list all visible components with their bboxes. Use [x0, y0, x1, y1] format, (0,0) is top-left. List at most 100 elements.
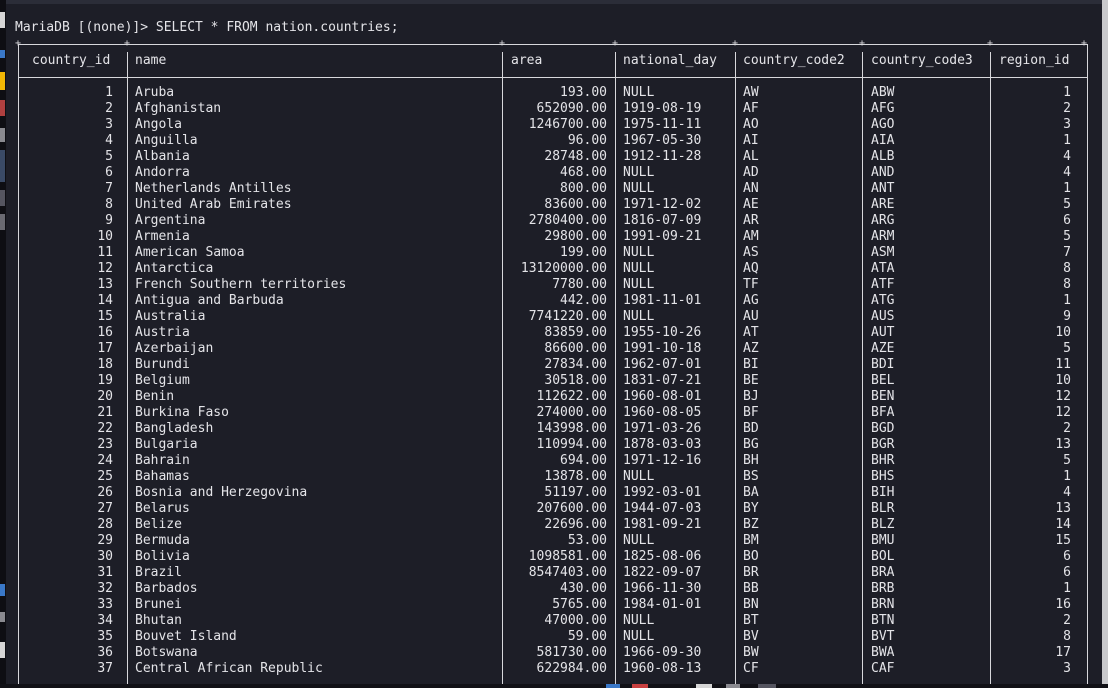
country-code2-cell: BD — [743, 421, 759, 436]
country-code3-cell: BWA — [871, 645, 895, 660]
region-id-cell: 14 — [1055, 517, 1071, 532]
national-day-cell: 1992-03-01 — [623, 485, 702, 500]
name-cell: Bulgaria — [135, 437, 198, 452]
country-id-cell: 21 — [97, 405, 113, 420]
country-id-cell: 36 — [97, 645, 113, 660]
command-line: MariaDB [(none)]> SELECT * FROM nation.c… — [15, 20, 399, 36]
table-row: 21 Burkina Faso 274000.00 1960-08-05 BF BFA 12 — [19, 405, 1087, 421]
area-cell: 51197.00 — [544, 485, 607, 500]
region-id-cell: 5 — [1063, 229, 1071, 244]
country-code2-cell: BA — [743, 485, 759, 500]
country-code2-cell: BF — [743, 405, 759, 420]
table-row: 26 Bosnia and Herzegovina 51197.00 1992-03-… — [19, 485, 1087, 501]
area-cell: 2780400.00 — [528, 213, 607, 228]
table-row: 35 Bouvet Island 59.00 NULL BV BVT 8 — [19, 629, 1087, 645]
national-day-cell: NULL — [623, 277, 655, 292]
country-code3-cell: BGR — [871, 437, 895, 452]
country-code2-cell: AT — [743, 325, 759, 340]
region-id-cell: 11 — [1055, 357, 1071, 372]
browser-icon[interactable] — [606, 684, 620, 688]
national-day-cell: NULL — [623, 309, 655, 324]
region-id-cell: 2 — [1063, 101, 1071, 116]
table-row: 7 Netherlands Antilles 800.00 NULL AN ANT 1 — [19, 181, 1087, 197]
country-code2-cell: BN — [743, 597, 759, 612]
column-header: country_code3 — [871, 53, 973, 68]
area-cell: 274000.00 — [536, 405, 607, 420]
country-id-cell: 14 — [97, 293, 113, 308]
area-cell: 47000.00 — [544, 613, 607, 628]
country-id-cell: 2 — [105, 101, 113, 116]
name-cell: Albania — [135, 149, 190, 164]
country-id-cell: 16 — [97, 325, 113, 340]
name-cell: Armenia — [135, 229, 190, 244]
country-code3-cell: AFG — [871, 101, 895, 116]
country-id-cell: 31 — [97, 565, 113, 580]
table-row: 1 Aruba 193.00 NULL AW ABW 1 — [19, 85, 1087, 101]
country-id-cell: 8 — [105, 197, 113, 212]
terminal-icon[interactable] — [696, 684, 712, 688]
country-id-cell: 6 — [105, 165, 113, 180]
table-row: 14 Antigua and Barbuda 442.00 1981-11-01 AG A… — [19, 293, 1087, 309]
name-cell: Burundi — [135, 357, 190, 372]
country-code2-cell: BY — [743, 501, 759, 516]
name-cell: Brunei — [135, 597, 182, 612]
country-code2-cell: AR — [743, 213, 759, 228]
dock-marker — [0, 12, 5, 28]
region-id-cell: 6 — [1063, 549, 1071, 564]
country-code3-cell: BGD — [871, 421, 895, 436]
area-cell: 694.00 — [560, 453, 607, 468]
region-id-cell: 12 — [1055, 389, 1071, 404]
region-id-cell: 3 — [1063, 661, 1071, 676]
country-code3-cell: BMU — [871, 533, 895, 548]
country-id-cell: 15 — [97, 309, 113, 324]
region-id-cell: 4 — [1063, 485, 1071, 500]
country-code3-cell: BVT — [871, 629, 895, 644]
area-cell: 28748.00 — [544, 149, 607, 164]
country-code3-cell: AZE — [871, 341, 895, 356]
table-row: 37 Central African Republic 622984.00 1960-… — [19, 661, 1087, 677]
country-code2-cell: AG — [743, 293, 759, 308]
area-cell: 622984.00 — [536, 661, 607, 676]
country-code3-cell: BHS — [871, 469, 895, 484]
area-cell: 29800.00 — [544, 229, 607, 244]
region-id-cell: 7 — [1063, 245, 1071, 260]
app-icon[interactable] — [758, 684, 776, 688]
terminal-window[interactable]: MariaDB [(none)]> SELECT * FROM nation.c… — [6, 4, 1102, 684]
table-row: 11 American Samoa 199.00 NULL AS ASM 7 — [19, 245, 1087, 261]
region-id-cell: 2 — [1063, 613, 1071, 628]
region-id-cell: 13 — [1055, 501, 1071, 516]
national-day-cell: NULL — [623, 613, 655, 628]
table-row: 28 Belize 22696.00 1981-09-21 BZ BLZ 14 — [19, 517, 1087, 533]
table-row: 24 Bahrain 694.00 1971-12-16 BH BHR 5 — [19, 453, 1087, 469]
country-code3-cell: BIH — [871, 485, 895, 500]
region-id-cell: 8 — [1063, 277, 1071, 292]
country-id-cell: 20 — [97, 389, 113, 404]
table-row: 27 Belarus 207600.00 1944-07-03 BY BLR 13 — [19, 501, 1087, 517]
region-id-cell: 4 — [1063, 149, 1071, 164]
country-code3-cell: AIA — [871, 133, 895, 148]
country-code3-cell: BLR — [871, 501, 895, 516]
files-icon[interactable] — [726, 684, 740, 688]
name-cell: Central African Republic — [135, 661, 323, 676]
region-id-cell: 6 — [1063, 213, 1071, 228]
country-code3-cell: ARE — [871, 197, 895, 212]
query-result-table: + + + + + + + + country_id name area nat… — [15, 39, 1088, 684]
national-day-cell: 1816-07-09 — [623, 213, 702, 228]
national-day-cell: 1960-08-13 — [623, 661, 702, 676]
country-code2-cell: AO — [743, 117, 759, 132]
dock-marker — [0, 100, 5, 116]
dock-marker — [0, 128, 5, 142]
country-code2-cell: BO — [743, 549, 759, 564]
national-day-cell: 1831-07-21 — [623, 373, 702, 388]
country-id-cell: 37 — [97, 661, 113, 676]
national-day-cell: NULL — [623, 165, 655, 180]
app-icon[interactable] — [632, 684, 648, 688]
national-day-cell: 1960-08-05 — [623, 405, 702, 420]
country-code3-cell: ALB — [871, 149, 895, 164]
national-day-cell: 1825-08-06 — [623, 549, 702, 564]
region-id-cell: 8 — [1063, 261, 1071, 276]
dock-marker — [0, 50, 5, 58]
area-cell: 96.00 — [567, 133, 607, 148]
region-id-cell: 13 — [1055, 437, 1071, 452]
national-day-cell: NULL — [623, 85, 655, 100]
